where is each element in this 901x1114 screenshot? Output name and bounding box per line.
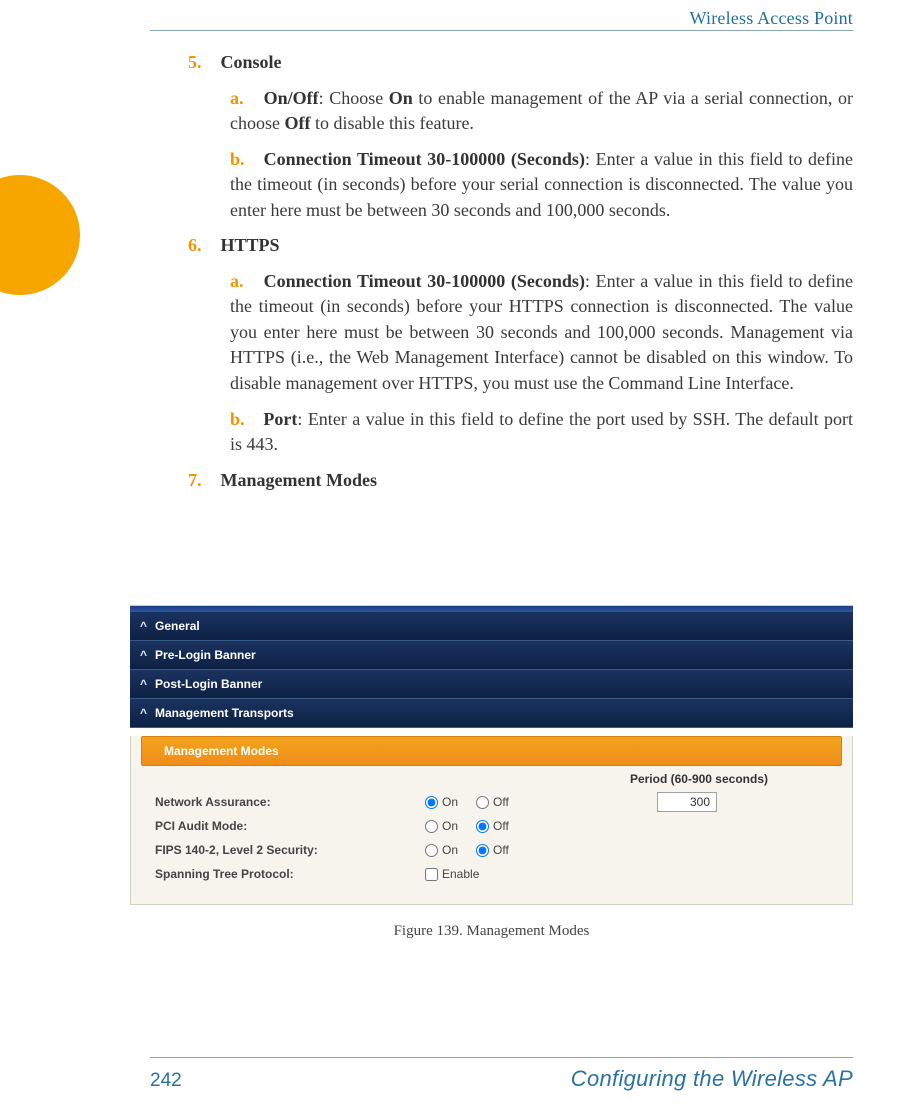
radio-on-label: On: [442, 819, 458, 833]
on-word: On: [389, 88, 413, 108]
lead-5a: On/Off: [264, 88, 319, 108]
form-area: Period (60-900 seconds) Network Assuranc…: [131, 772, 852, 886]
heading-console: Console: [221, 52, 282, 72]
chevron-up-icon: ^: [140, 619, 147, 633]
period-input[interactable]: 300: [657, 792, 717, 812]
text-5a-3: to disable this feature.: [310, 113, 473, 133]
checkbox-stp-enable[interactable]: Enable: [425, 867, 479, 881]
marker-7: 7.: [188, 468, 216, 494]
footer-rule: [150, 1057, 853, 1058]
radio-fips-off-input[interactable]: [476, 844, 489, 857]
label-stp: Spanning Tree Protocol:: [155, 867, 425, 881]
text-5a-1: : Choose: [319, 88, 389, 108]
marker-6b: b.: [230, 407, 258, 433]
label-network-assurance: Network Assurance:: [155, 795, 425, 809]
label-fips: FIPS 140-2, Level 2 Security:: [155, 843, 425, 857]
figure-top-border: [130, 605, 853, 612]
accordion-postlogin[interactable]: ^ Post-Login Banner: [130, 670, 853, 699]
chevron-up-icon: ^: [140, 706, 147, 720]
radio-network-off[interactable]: Off: [476, 795, 509, 809]
lead-5b: Connection Timeout 30-100000 (Seconds): [264, 149, 585, 169]
panel-body: Management Modes Period (60-900 seconds)…: [130, 736, 853, 905]
radio-off-label: Off: [493, 819, 509, 833]
chevron-up-icon: ^: [140, 677, 147, 691]
radio-network-on-input[interactable]: [425, 796, 438, 809]
radio-on-label: On: [442, 795, 458, 809]
marker-5: 5.: [188, 50, 216, 76]
row-pci-audit: PCI Audit Mode: On Off: [155, 814, 828, 838]
figure-caption: Figure 139. Management Modes: [130, 923, 853, 940]
label-pci-audit: PCI Audit Mode:: [155, 819, 425, 833]
body-content: 5. Console a. On/Off: Choose On to enabl…: [188, 50, 853, 503]
heading-mgmt-modes: Management Modes: [221, 470, 377, 490]
page-footer: 242 Configuring the Wireless AP: [150, 1066, 853, 1092]
radio-on-label: On: [442, 843, 458, 857]
radio-network-on[interactable]: On: [425, 795, 458, 809]
list-item-5: 5. Console: [188, 50, 853, 76]
chevron-up-icon: ^: [140, 648, 147, 662]
list-item-6: 6. HTTPS: [188, 233, 853, 259]
item-6a: a. Connection Timeout 30-100000 (Seconds…: [230, 269, 853, 397]
footer-title: Configuring the Wireless AP: [571, 1066, 853, 1092]
row-network-assurance: Network Assurance: On Off 300: [155, 790, 828, 814]
accordion-label-postlogin: Post-Login Banner: [155, 677, 262, 691]
heading-https: HTTPS: [221, 235, 280, 255]
marker-5a: a.: [230, 86, 258, 112]
radio-pci-on[interactable]: On: [425, 819, 458, 833]
radio-pci-off[interactable]: Off: [476, 819, 509, 833]
radio-pci-on-input[interactable]: [425, 820, 438, 833]
lead-6a: Connection Timeout 30-100000 (Seconds): [264, 271, 585, 291]
section-label: Management Modes: [164, 744, 279, 758]
period-header: Period (60-900 seconds): [155, 772, 828, 786]
accordion-prelogin[interactable]: ^ Pre-Login Banner: [130, 641, 853, 670]
item-5a: a. On/Off: Choose On to enable managemen…: [230, 86, 853, 137]
accordion-general[interactable]: ^ General: [130, 612, 853, 641]
lead-6b: Port: [263, 409, 297, 429]
section-management-modes: Management Modes: [141, 736, 842, 766]
enable-label: Enable: [442, 867, 479, 881]
accordion-label-prelogin: Pre-Login Banner: [155, 648, 256, 662]
header-rule: [150, 30, 853, 31]
radio-fips-off[interactable]: Off: [476, 843, 509, 857]
page-number: 242: [150, 1070, 182, 1092]
figure-139: ^ General ^ Pre-Login Banner ^ Post-Logi…: [130, 605, 853, 940]
radio-network-off-input[interactable]: [476, 796, 489, 809]
checkbox-stp-input[interactable]: [425, 868, 438, 881]
marker-6: 6.: [188, 233, 216, 259]
accordion-label-general: General: [155, 619, 200, 633]
list-item-7: 7. Management Modes: [188, 468, 853, 494]
item-5b: b. Connection Timeout 30-100000 (Seconds…: [230, 147, 853, 224]
accordion-label-transports: Management Transports: [155, 706, 294, 720]
off-word: Off: [284, 113, 310, 133]
row-fips: FIPS 140-2, Level 2 Security: On Off: [155, 838, 828, 862]
radio-off-label: Off: [493, 795, 509, 809]
radio-fips-on-input[interactable]: [425, 844, 438, 857]
row-stp: Spanning Tree Protocol: Enable: [155, 862, 828, 886]
accordion-transports[interactable]: ^ Management Transports: [130, 699, 853, 728]
radio-pci-off-input[interactable]: [476, 820, 489, 833]
marker-6a: a.: [230, 269, 258, 295]
item-6b: b. Port: Enter a value in this field to …: [230, 407, 853, 458]
page-header: Wireless Access Point: [150, 8, 853, 29]
text-6b: : Enter a value in this field to define …: [230, 409, 853, 455]
page-side-tab: [0, 175, 80, 295]
marker-5b: b.: [230, 147, 258, 173]
radio-off-label: Off: [493, 843, 509, 857]
radio-fips-on[interactable]: On: [425, 843, 458, 857]
